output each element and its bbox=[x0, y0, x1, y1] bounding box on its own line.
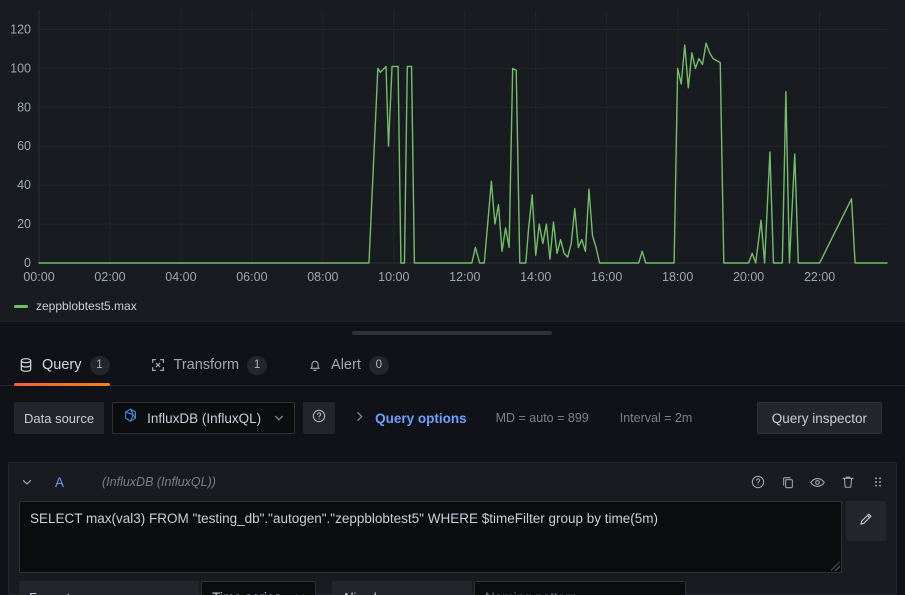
legend-color-swatch bbox=[14, 304, 28, 308]
svg-text:40: 40 bbox=[17, 178, 31, 192]
eye-icon[interactable] bbox=[809, 474, 826, 491]
tab-transform-badge: 1 bbox=[247, 355, 268, 375]
svg-text:10:00: 10:00 bbox=[378, 270, 409, 284]
legend-series-label[interactable]: zeppblobtest5.max bbox=[36, 299, 137, 313]
query-options-label: Query options bbox=[375, 410, 467, 426]
toggle-query-edit-mode-button[interactable] bbox=[846, 501, 886, 541]
svg-text:100: 100 bbox=[10, 61, 31, 75]
chevron-right-icon bbox=[353, 410, 366, 426]
tab-query-badge: 1 bbox=[89, 355, 110, 375]
svg-text:04:00: 04:00 bbox=[165, 270, 196, 284]
svg-text:60: 60 bbox=[17, 139, 31, 153]
chart-legend[interactable]: zeppblobtest5.max bbox=[0, 295, 905, 317]
query-format-row: Format as Time series Alias by bbox=[19, 581, 686, 595]
svg-text:20: 20 bbox=[17, 217, 31, 231]
pencil-icon bbox=[858, 511, 874, 532]
editor-tab-bar: Query 1 Transform 1 Alert 0 bbox=[0, 345, 905, 386]
question-circle-icon bbox=[311, 408, 327, 429]
tab-alert-label: Alert bbox=[331, 357, 361, 373]
bell-icon bbox=[307, 357, 323, 373]
max-data-points-value: MD = auto = 899 bbox=[495, 411, 589, 425]
svg-text:16:00: 16:00 bbox=[591, 270, 622, 284]
svg-text:02:00: 02:00 bbox=[94, 270, 125, 284]
query-inspector-button[interactable]: Query inspector bbox=[756, 402, 882, 434]
svg-text:08:00: 08:00 bbox=[307, 270, 338, 284]
duplicate-icon[interactable] bbox=[779, 474, 796, 491]
graph-panel: 0 20 40 60 80 100 120 00:00 02:00 04:00 06:00 08:00… bbox=[0, 0, 905, 322]
query-editor-body: SELECT max(val3) FROM "testing_db"."auto… bbox=[9, 501, 896, 573]
transform-icon bbox=[150, 357, 166, 373]
chevron-down-icon bbox=[293, 590, 307, 595]
interval-value: Interval = 2m bbox=[619, 411, 693, 425]
format-as-select[interactable]: Time series bbox=[201, 581, 316, 595]
query-options-toggle[interactable]: Query options MD = auto = 899 Interval =… bbox=[353, 402, 692, 434]
panel-drag-handle[interactable] bbox=[352, 331, 552, 335]
svg-text:20:00: 20:00 bbox=[733, 270, 764, 284]
query-datasource-note: (InfluxDB (InfluxQL)) bbox=[102, 475, 216, 489]
tab-query[interactable]: Query 1 bbox=[14, 345, 124, 386]
datasource-row: Data source InfluxDB (InfluxQL) Query op… bbox=[0, 398, 905, 438]
chevron-down-icon bbox=[272, 411, 286, 425]
svg-text:80: 80 bbox=[17, 100, 31, 114]
help-icon[interactable] bbox=[749, 474, 766, 491]
trash-icon[interactable] bbox=[839, 474, 856, 491]
query-ref-id[interactable]: A bbox=[55, 475, 64, 490]
svg-text:00:00: 00:00 bbox=[23, 270, 54, 284]
chevron-down-icon[interactable] bbox=[17, 472, 37, 492]
query-row-header: A (InfluxDB (InfluxQL)) bbox=[9, 463, 896, 501]
tab-alert-badge: 0 bbox=[368, 355, 389, 375]
svg-text:06:00: 06:00 bbox=[236, 270, 267, 284]
svg-text:18:00: 18:00 bbox=[662, 270, 693, 284]
chart-svg: 0 20 40 60 80 100 120 00:00 02:00 04:00 06:00 08:00… bbox=[10, 10, 888, 284]
influxdb-logo-icon bbox=[122, 407, 139, 429]
drag-handle-icon[interactable] bbox=[869, 474, 886, 491]
svg-text:22:00: 22:00 bbox=[804, 270, 835, 284]
database-icon bbox=[18, 357, 34, 373]
format-as-value: Time series bbox=[212, 590, 281, 595]
tab-transform[interactable]: Transform 1 bbox=[146, 345, 282, 385]
query-row-actions bbox=[749, 463, 886, 501]
datasource-label: Data source bbox=[14, 402, 105, 434]
datasource-picker[interactable]: InfluxDB (InfluxQL) bbox=[112, 402, 296, 434]
raw-query-input[interactable]: SELECT max(val3) FROM "testing_db"."auto… bbox=[19, 501, 842, 573]
tab-query-label: Query bbox=[42, 357, 82, 373]
svg-text:12:00: 12:00 bbox=[449, 270, 480, 284]
format-as-label: Format as bbox=[19, 581, 199, 595]
alias-by-input[interactable] bbox=[474, 581, 686, 595]
datasource-selected-name: InfluxDB (InfluxQL) bbox=[147, 410, 262, 426]
alias-by-label: Alias by bbox=[332, 581, 472, 595]
svg-text:14:00: 14:00 bbox=[520, 270, 551, 284]
query-editor-row-a: A (InfluxDB (InfluxQL)) SELECT max(val3)… bbox=[8, 462, 897, 595]
tab-alert[interactable]: Alert 0 bbox=[303, 345, 403, 385]
svg-text:0: 0 bbox=[24, 256, 31, 270]
datasource-help-button[interactable] bbox=[303, 402, 336, 434]
timeseries-chart[interactable]: 0 20 40 60 80 100 120 00:00 02:00 04:00 06:00 08:00… bbox=[0, 0, 905, 295]
svg-text:120: 120 bbox=[10, 22, 31, 36]
tab-transform-label: Transform bbox=[173, 357, 240, 373]
